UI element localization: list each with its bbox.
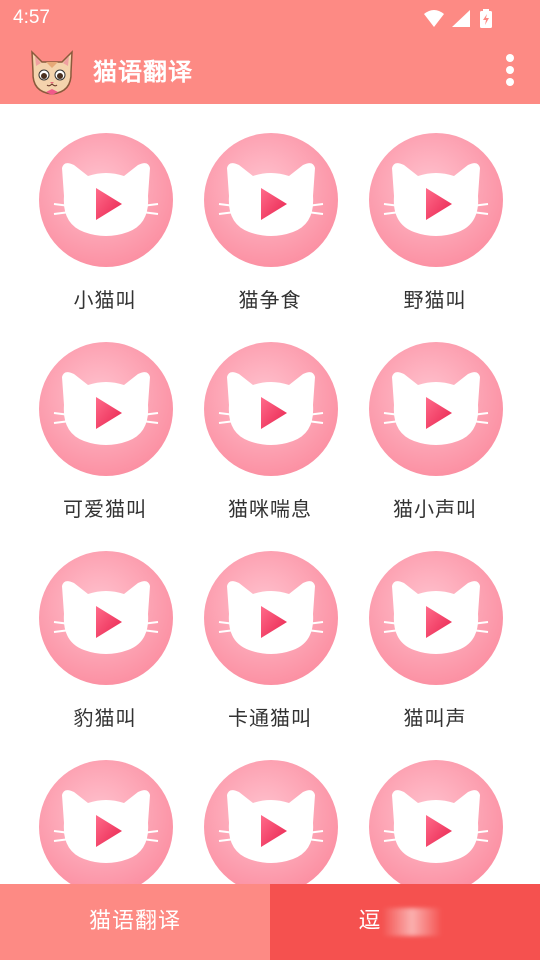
cat-head-play-icon[interactable] (203, 341, 339, 477)
cat-head-play-icon[interactable] (38, 550, 174, 686)
sound-label: 可爱猫叫 (63, 497, 147, 521)
tab-label: 猫语翻译 (88, 909, 181, 934)
sound-tile[interactable]: 猫小声叫 (345, 313, 525, 523)
bottom-nav: 猫语翻译 逗 (0, 884, 540, 960)
sound-tile[interactable]: 猫咪喘息 (180, 313, 360, 523)
status-icons (422, 8, 498, 28)
sound-tile[interactable]: 猫争食 (180, 104, 360, 314)
more-vert-icon[interactable] (502, 50, 518, 90)
cat-head-play-icon[interactable] (38, 759, 174, 884)
sound-label: 猫小声叫 (393, 497, 477, 521)
app-title: 猫语翻译 (93, 58, 193, 86)
sound-tile[interactable]: 野猫叫 (345, 104, 525, 314)
tab-cat-translate[interactable]: 猫语翻译 (0, 884, 270, 960)
cat-head-play-icon[interactable] (368, 132, 504, 268)
sound-label: 猫叫声 (403, 706, 467, 730)
sound-grid: 小猫叫 猫争食 野猫叫 可爱猫叫 猫咪喘息 猫小声叫 豹猫叫 卡通猫叫 猫叫声 (0, 104, 540, 884)
sound-label: 卡通猫叫 (228, 706, 312, 730)
sound-tile[interactable]: 猫叫声 (345, 522, 525, 732)
signal-icon (452, 10, 470, 27)
sound-label: 猫咪喘息 (228, 497, 312, 521)
sound-tile[interactable] (180, 731, 360, 884)
sound-tile[interactable]: 卡通猫叫 (180, 522, 360, 732)
sound-tile[interactable] (15, 731, 195, 884)
sound-label: 豹猫叫 (73, 706, 137, 730)
tab-tease-cat[interactable]: 逗 (270, 884, 540, 960)
status-time: 4:57 (13, 7, 50, 28)
cat-head-play-icon[interactable] (368, 341, 504, 477)
cat-head-play-icon[interactable] (38, 132, 174, 268)
sound-tile[interactable]: 可爱猫叫 (15, 313, 195, 523)
cat-head-play-icon[interactable] (38, 341, 174, 477)
app-bar: 猫语翻译 (0, 36, 540, 104)
sound-label: 野猫叫 (403, 288, 467, 312)
battery-icon (480, 9, 492, 28)
wifi-icon (424, 10, 444, 27)
sound-label: 小猫叫 (73, 288, 137, 312)
tab-label: 逗 (358, 909, 382, 934)
tap-highlight (382, 908, 442, 936)
cat-head-play-icon[interactable] (368, 759, 504, 884)
sound-tile[interactable] (345, 731, 525, 884)
cat-head-play-icon[interactable] (368, 550, 504, 686)
status-bar: 4:57 (0, 0, 540, 36)
cat-logo-icon (24, 42, 80, 98)
cat-head-play-icon[interactable] (203, 550, 339, 686)
sound-tile[interactable]: 豹猫叫 (15, 522, 195, 732)
sound-label: 猫争食 (238, 288, 302, 312)
cat-head-play-icon[interactable] (203, 132, 339, 268)
cat-head-play-icon[interactable] (203, 759, 339, 884)
sound-tile[interactable]: 小猫叫 (15, 104, 195, 314)
